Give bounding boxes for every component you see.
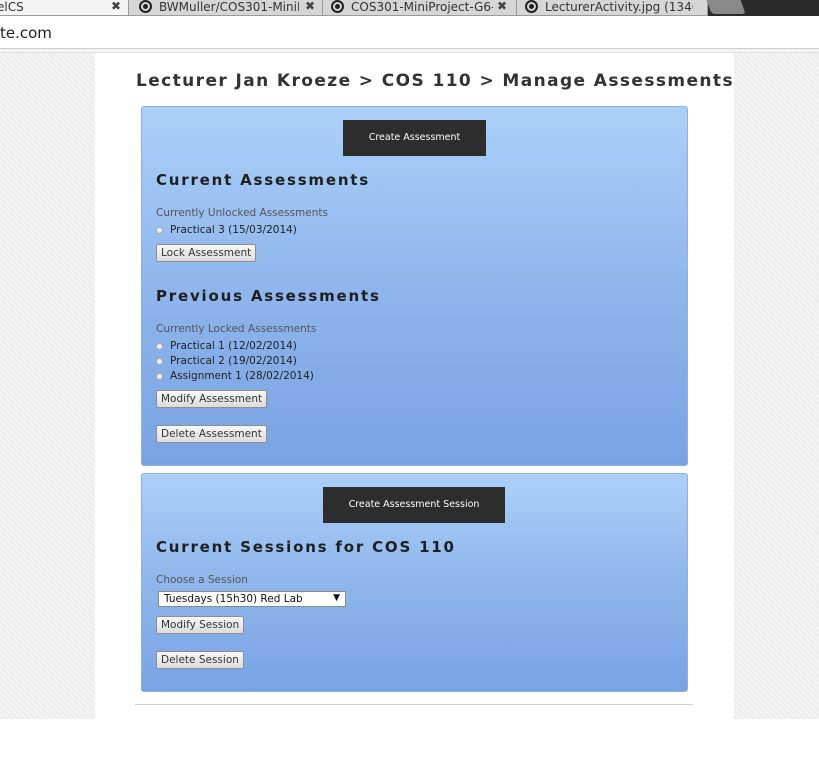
dropdown-arrow-icon: ▼: [333, 593, 340, 603]
radio-button[interactable]: [156, 358, 163, 365]
radio-button[interactable]: [156, 373, 163, 380]
new-tab-button[interactable]: [704, 0, 746, 14]
main-content: Lecturer Jan Kroeze > COS 110 > Manage A…: [95, 53, 734, 719]
github-icon: [331, 0, 344, 13]
footer-divider: [135, 704, 693, 705]
browser-tab-title: elCS: [0, 0, 24, 14]
browser-tab-title: LecturerActivity.jpg (1346: [545, 0, 693, 14]
modify-session-button[interactable]: Modify Session: [156, 616, 245, 634]
github-icon: [525, 0, 538, 13]
lock-assessment-button[interactable]: Lock Assessment: [156, 244, 257, 262]
locked-assessments-label: Currently Locked Assessments: [156, 323, 317, 335]
url-text[interactable]: te.com: [0, 24, 52, 42]
github-icon: [139, 0, 152, 13]
previous-assessments-heading: Previous Assessments: [156, 287, 381, 305]
breadcrumb: Lecturer Jan Kroeze > COS 110 > Manage A…: [136, 71, 734, 91]
current-assessments-heading: Current Assessments: [156, 171, 371, 189]
browser-tab-4[interactable]: LecturerActivity.jpg (1346: [516, 0, 708, 16]
option-label: Practical 3 (15/03/2014): [170, 224, 297, 236]
browser-tab-strip: elCS ✖ BWMuller/COS301-MiniP ✖ COS301-Mi…: [0, 0, 819, 16]
delete-session-button[interactable]: Delete Session: [156, 651, 244, 669]
close-icon[interactable]: ✖: [305, 0, 315, 13]
unlocked-assessments-label: Currently Unlocked Assessments: [156, 207, 328, 219]
option-label: Practical 1 (12/02/2014): [170, 340, 297, 352]
session-select[interactable]: Tuesdays (15h30) Red Lab ▼: [158, 591, 346, 607]
browser-tab-3[interactable]: COS301-MiniProject-G6-P ✖: [322, 0, 518, 16]
option-label: Assignment 1 (28/02/2014): [170, 370, 314, 382]
browser-tab-2[interactable]: BWMuller/COS301-MiniP ✖: [128, 0, 324, 16]
create-assessment-button[interactable]: Create Assessment: [343, 120, 486, 156]
close-icon[interactable]: ✖: [497, 0, 507, 13]
sessions-panel: Create Assessment Session Current Sessio…: [141, 473, 688, 692]
browser-tab-title: COS301-MiniProject-G6-P: [351, 0, 493, 14]
radio-button[interactable]: [156, 227, 163, 234]
current-sessions-heading: Current Sessions for COS 110: [156, 538, 456, 556]
assessments-panel: Create Assessment Current Assessments Cu…: [141, 106, 688, 466]
choose-session-label: Choose a Session: [156, 574, 248, 586]
create-session-button[interactable]: Create Assessment Session: [323, 487, 505, 523]
selected-session: Tuesdays (15h30) Red Lab: [164, 593, 303, 605]
radio-button[interactable]: [156, 343, 163, 350]
browser-tab-title: BWMuller/COS301-MiniP: [159, 0, 299, 14]
address-bar[interactable]: te.com: [0, 16, 819, 49]
option-label: Practical 2 (19/02/2014): [170, 355, 297, 367]
modify-assessment-button[interactable]: Modify Assessment: [156, 390, 268, 408]
delete-assessment-button[interactable]: Delete Assessment: [156, 425, 267, 443]
browser-tab-1[interactable]: elCS ✖: [0, 0, 130, 16]
close-icon[interactable]: ✖: [111, 0, 121, 13]
